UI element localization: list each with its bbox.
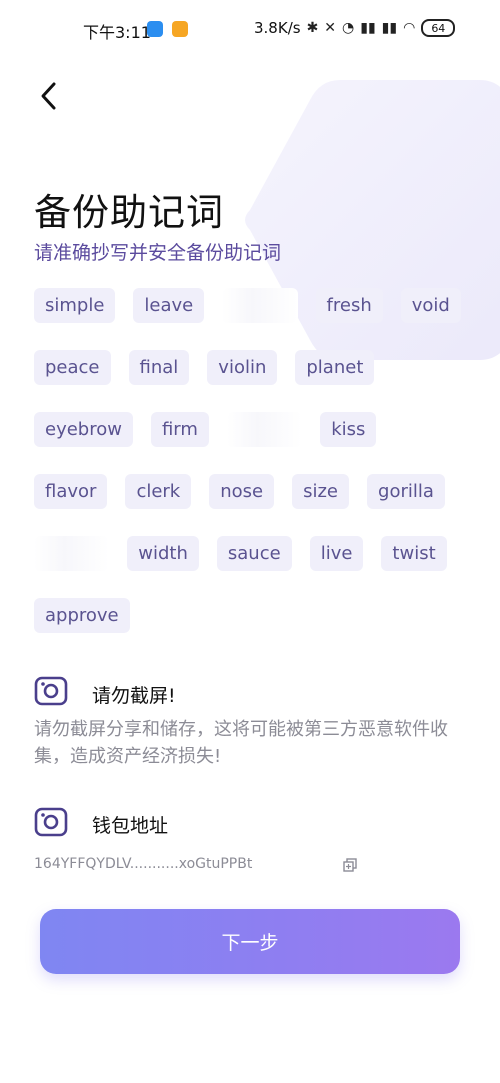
mnemonic-word: eyebrow <box>34 412 133 447</box>
status-bar: 下午3:11 3.8K/s ✱ ✕ ◔ ▮▮ ▮▮ ◠ 64 <box>0 0 500 58</box>
mnemonic-word: peace <box>34 350 111 385</box>
mnemonic-word-redacted: xxxxx <box>34 536 110 571</box>
mnemonic-word: flavor <box>34 474 108 509</box>
battery-icon: 64 <box>421 19 456 37</box>
mnemonic-word: size <box>292 474 350 509</box>
wallet-address-value: 164YFFQYDLV...........xoGtuPPBt <box>34 856 253 872</box>
copy-icon[interactable] <box>343 858 357 872</box>
mnemonic-word: approve <box>34 598 130 633</box>
wifi-icon: ◠ <box>403 20 416 36</box>
mnemonic-word: simple <box>34 288 116 323</box>
back-arrow-icon[interactable] <box>36 78 64 114</box>
mnemonic-row: peace final violin planet <box>34 350 474 385</box>
mute-icon: ✕ <box>324 20 337 36</box>
mnemonic-row: flavor clerk nose size gorilla <box>34 474 474 509</box>
mnemonic-row: simple leave xxxxx fresh void <box>34 288 474 323</box>
warning-title: 请勿截屏! <box>92 685 176 707</box>
status-time: 下午3:11 <box>83 23 151 42</box>
mnemonic-row: eyebrow firm xxxxx kiss <box>34 412 474 447</box>
mnemonic-row: approve <box>34 598 474 633</box>
mnemonic-word-redacted: xxxxx <box>222 288 298 323</box>
app-notification-icon-2 <box>172 21 188 37</box>
signal-icon: ▮▮ <box>360 20 376 36</box>
mnemonic-word: sauce <box>216 536 292 571</box>
mnemonic-word: firm <box>150 412 209 447</box>
mnemonic-word-grid: simple leave xxxxx fresh void peace final violi… <box>34 288 474 660</box>
mnemonic-word: clerk <box>125 474 192 509</box>
net-speed: 3.8K/s <box>254 19 301 37</box>
mnemonic-word-redacted: xxxxx <box>226 412 303 447</box>
mnemonic-word: final <box>128 350 190 385</box>
camera-icon <box>34 676 68 706</box>
mnemonic-word: kiss <box>320 412 377 447</box>
camera-icon <box>34 807 68 837</box>
mnemonic-word: fresh <box>315 288 383 323</box>
mnemonic-word: live <box>309 536 364 571</box>
mnemonic-row: xxxxx width sauce live twist <box>34 536 474 571</box>
mnemonic-word: planet <box>295 350 375 385</box>
mnemonic-word: twist <box>381 536 447 571</box>
page-title: 备份助记词 <box>34 191 224 234</box>
bluetooth-icon: ✱ <box>306 20 319 36</box>
mnemonic-word: gorilla <box>367 474 445 509</box>
wallet-address-title: 钱包地址 <box>92 815 169 837</box>
warning-text: 请勿截屏分享和储存，这将可能被第三方恶意软件收集，造成资产经济损失! <box>34 719 448 767</box>
alarm-icon: ◔ <box>342 20 355 36</box>
signal-icon-2: ▮▮ <box>381 20 398 36</box>
status-right: 3.8K/s ✱ ✕ ◔ ▮▮ ▮▮ ◠ 64 <box>254 19 456 37</box>
next-step-button[interactable]: 下一步 <box>40 909 460 974</box>
mnemonic-word: width <box>127 536 199 571</box>
page-subtitle: 请准确抄写并安全备份助记词 <box>34 242 282 264</box>
app-notification-icon <box>147 21 163 37</box>
mnemonic-word: violin <box>207 350 278 385</box>
mnemonic-word: nose <box>209 474 275 509</box>
battery-level: 64 <box>431 21 446 35</box>
mnemonic-word: leave <box>133 288 205 323</box>
mnemonic-word: void <box>400 288 461 323</box>
